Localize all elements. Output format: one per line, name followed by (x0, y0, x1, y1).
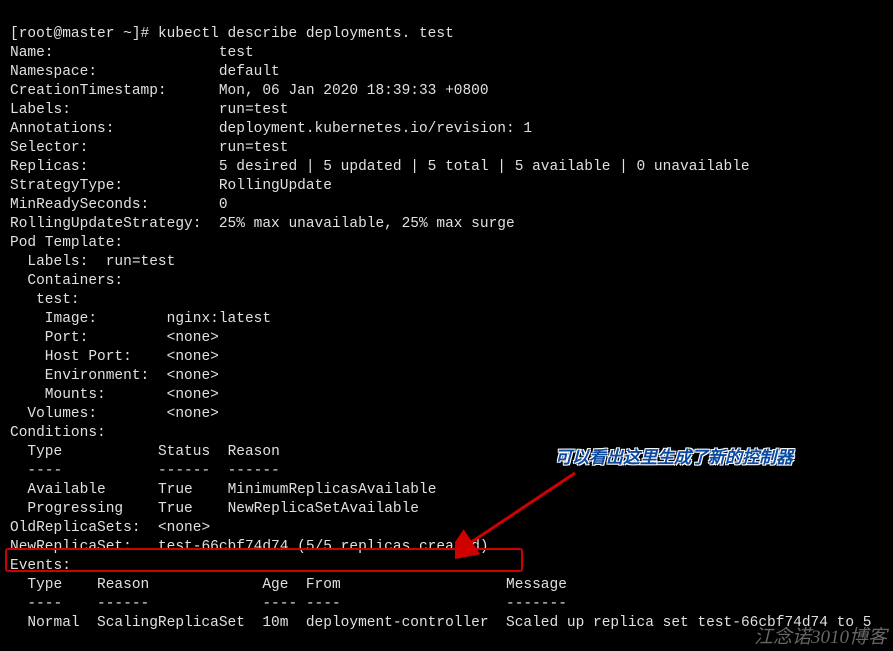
pod-template-labels: Labels: run=test (10, 254, 175, 270)
condition-row: Available True MinimumReplicasAvailable (10, 482, 436, 498)
container-port: Port: <none> (10, 330, 219, 346)
container-environment: Environment: <none> (10, 368, 219, 384)
container-host-port: Host Port: <none> (10, 349, 219, 365)
condition-row: Progressing True NewReplicaSetAvailable (10, 501, 419, 517)
field-selector: Selector: run=test (10, 140, 288, 156)
field-min-ready-seconds: MinReadySeconds: 0 (10, 197, 228, 213)
container-mounts: Mounts: <none> (10, 387, 219, 403)
shell-prompt: [root@master ~]# kubectl describe deploy… (10, 26, 454, 42)
field-annotations: Annotations: deployment.kubernetes.io/re… (10, 121, 532, 137)
container-image: Image: nginx:latest (10, 311, 271, 327)
event-row: Normal ScalingReplicaSet 10m deployment-… (10, 615, 871, 631)
field-namespace: Namespace: default (10, 64, 280, 80)
conditions-header: Conditions: (10, 425, 106, 441)
new-replica-set: NewReplicaSet: test-66cbf74d74 (5/5 repl… (10, 539, 489, 555)
conditions-separator: ---- ------ ------ (10, 463, 280, 479)
pod-template-header: Pod Template: (10, 235, 123, 251)
events-columns: Type Reason Age From Message (10, 577, 567, 593)
container-name: test: (10, 292, 80, 308)
events-separator: ---- ------ ---- ---- ------- (10, 596, 567, 612)
terminal-output: [root@master ~]# kubectl describe deploy… (0, 0, 893, 651)
field-creation-timestamp: CreationTimestamp: Mon, 06 Jan 2020 18:3… (10, 83, 489, 99)
old-replica-sets: OldReplicaSets: <none> (10, 520, 210, 536)
field-name: Name: test (10, 45, 254, 61)
field-replicas: Replicas: 5 desired | 5 updated | 5 tota… (10, 159, 750, 175)
field-labels: Labels: run=test (10, 102, 288, 118)
field-strategy-type: StrategyType: RollingUpdate (10, 178, 332, 194)
events-header: Events: (10, 558, 71, 574)
conditions-columns: Type Status Reason (10, 444, 280, 460)
field-rolling-update-strategy: RollingUpdateStrategy: 25% max unavailab… (10, 216, 515, 232)
containers-header: Containers: (10, 273, 123, 289)
volumes: Volumes: <none> (10, 406, 219, 422)
